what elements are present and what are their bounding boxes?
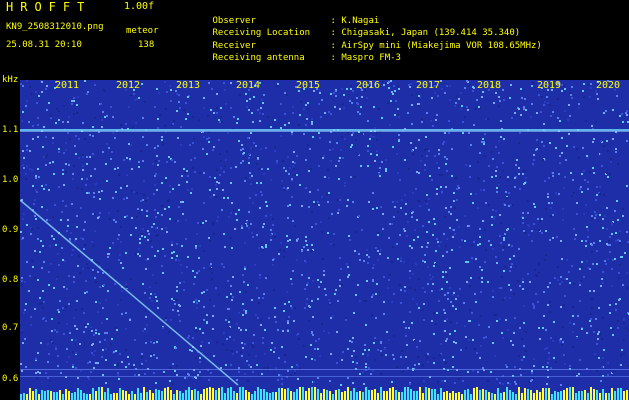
spectrogram-canvas — [20, 80, 629, 400]
observer-row: Observer : K.Nagai — [180, 2, 542, 26]
location-value: : Chigasaki, Japan (139.414 35.340) — [330, 28, 521, 38]
count-label: 138 — [138, 40, 155, 50]
datetime-label: 25.08.31 20:10 — [6, 40, 82, 50]
station-info: Observer : K.Nagai Receiving Location : Ch… — [180, 2, 542, 64]
observer-label: Observer — [212, 15, 256, 26]
x-tick-label: 2014 — [236, 80, 261, 91]
x-tick-label: 2018 — [477, 80, 502, 91]
antenna-label: Receiving antenna — [212, 53, 305, 63]
y-tick-label: 0.7 — [2, 323, 19, 333]
y-tick-label: 1.1 — [2, 125, 19, 135]
mode-label: meteor — [126, 26, 159, 36]
x-tick-label: 2020 — [596, 80, 621, 91]
header: HROFFT 1.00f KN9_2508312010.png meteor 2… — [0, 0, 629, 75]
x-tick-label: 2019 — [537, 80, 562, 91]
y-tick-label: 0.6 — [2, 374, 19, 384]
x-tick-label: 2015 — [296, 80, 321, 91]
location-label: Receiving Location — [212, 28, 311, 38]
receiver-label: Receiver — [212, 40, 256, 51]
x-tick-label: 2013 — [176, 80, 201, 91]
x-tick-label: 2011 — [55, 80, 80, 91]
y-tick-label: 1.0 — [2, 175, 19, 185]
y-tick-label: 0.8 — [2, 275, 19, 285]
version-label: 1.00f — [124, 1, 155, 12]
x-tick-label: 2016 — [356, 80, 381, 91]
app-title: HROFFT — [6, 0, 92, 14]
antenna-value: : Maspro FM-3 — [330, 53, 401, 63]
y-axis-unit: kHz — [2, 75, 19, 85]
receiver-value: : AirSpy mini (Miakejima VOR 108.65MHz) — [330, 40, 542, 51]
x-tick-label: 2017 — [416, 80, 441, 91]
y-tick-label: 0.9 — [2, 225, 19, 235]
x-tick-label: 2012 — [116, 80, 141, 91]
filename-label: KN9_2508312010.png — [6, 22, 104, 32]
spectrogram — [20, 80, 629, 400]
observer-value: : K.Nagai — [330, 15, 380, 26]
